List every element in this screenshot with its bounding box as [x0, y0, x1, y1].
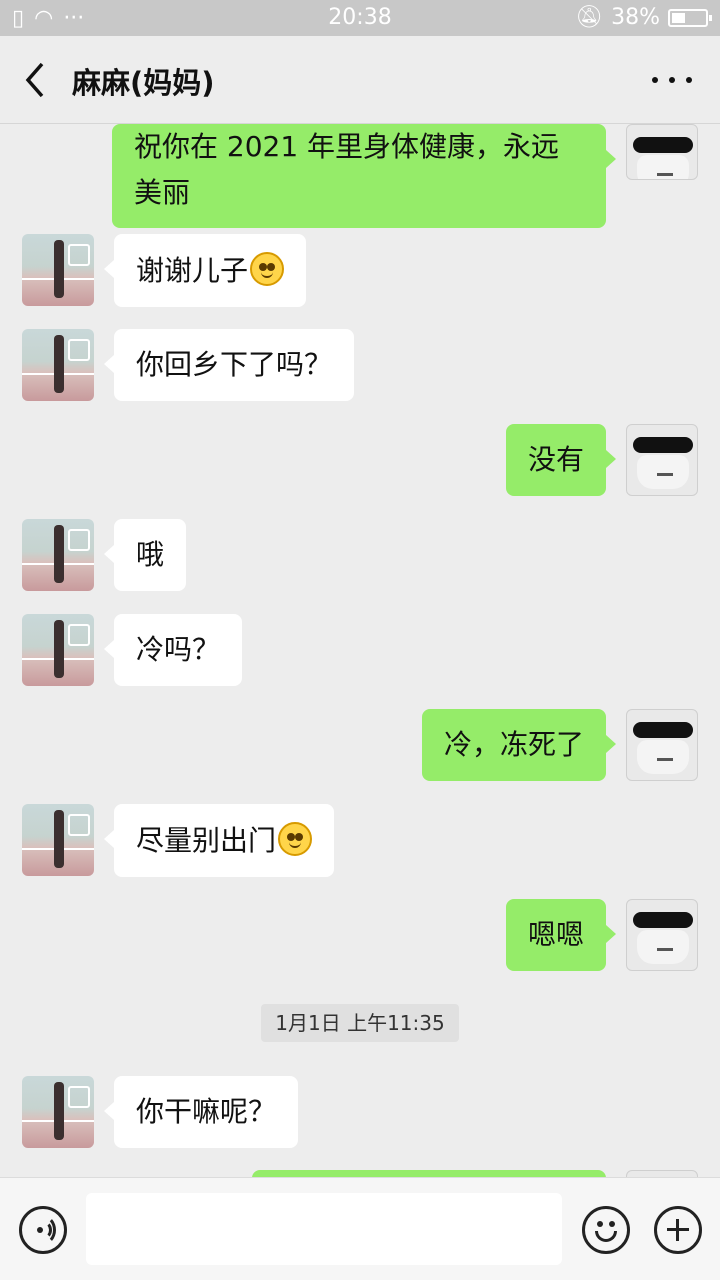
message-bubble[interactable]: 哦 [103, 519, 187, 591]
silent-bell-icon: 🔕︎ [575, 5, 604, 30]
chevron-left-icon[interactable] [18, 58, 54, 102]
message-bubble[interactable]: 嗯嗯 [505, 899, 617, 971]
avatar[interactable] [22, 329, 94, 401]
message-timestamp: 1月1日 上午11:35 [261, 1004, 459, 1042]
message-bubble[interactable]: 谢谢儿子 [103, 234, 307, 307]
avatar[interactable] [626, 124, 698, 180]
message-input[interactable] [86, 1193, 562, 1265]
battery-icon [668, 8, 712, 27]
chat-title: 麻麻(妈妈) [72, 66, 215, 100]
plus-icon[interactable] [654, 1206, 702, 1254]
smile-emoji-icon [278, 822, 313, 856]
message-bubble[interactable]: 冷，冻死了 [421, 709, 617, 781]
message-bubble[interactable]: 祝你在 2021 年里身体健康，永远美丽 [112, 124, 616, 228]
battery-percent: 38% [611, 5, 660, 30]
status-right: 🔕︎ 38% [575, 5, 712, 30]
input-bar [0, 1177, 720, 1280]
message-bubble[interactable]: 你回乡下了吗？ [103, 329, 355, 401]
avatar[interactable] [22, 1076, 94, 1148]
message-bubble[interactable]: 没有 [505, 424, 617, 496]
message-bubble[interactable]: 尽量别出门 [103, 804, 335, 877]
voice-icon[interactable] [19, 1206, 67, 1254]
avatar[interactable] [626, 424, 698, 496]
message-bubble[interactable] [252, 1170, 606, 1177]
smile-emoji-icon [250, 252, 285, 286]
status-bar: ▯ ◠ ··· 20:38 🔕︎ 38% [0, 0, 720, 36]
more-horizontal-icon[interactable] [652, 62, 692, 98]
message-bubble[interactable]: 冷吗？ [103, 614, 243, 686]
message-bubble[interactable]: 你干嘛呢？ [103, 1076, 299, 1148]
message-text: 谢谢儿子 [136, 254, 249, 287]
message-list[interactable]: 祝你在 2021 年里身体健康，永远美丽 谢谢儿子 你回乡下了吗？ 没有 哦 冷… [0, 124, 720, 1177]
emoji-icon[interactable] [582, 1206, 630, 1254]
avatar[interactable] [626, 709, 698, 781]
avatar[interactable] [626, 1170, 698, 1177]
avatar[interactable] [626, 899, 698, 971]
avatar[interactable] [22, 519, 94, 591]
avatar[interactable] [22, 804, 94, 876]
avatar[interactable] [22, 234, 94, 306]
chat-header: 麻麻(妈妈) [0, 36, 720, 124]
avatar[interactable] [22, 614, 94, 686]
message-text: 尽量别出门 [136, 824, 277, 857]
